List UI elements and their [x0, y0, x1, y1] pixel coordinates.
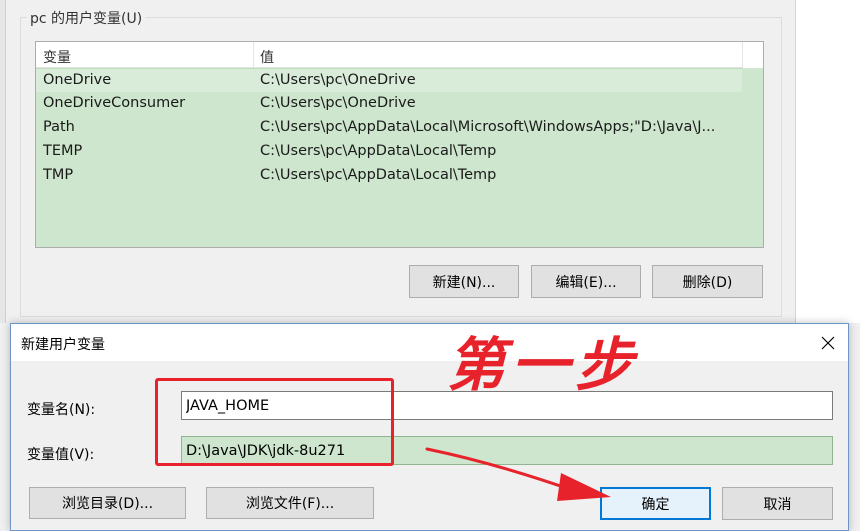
- variable-name: OneDriveConsumer: [43, 95, 186, 111]
- browse-file-button[interactable]: 浏览文件(F)...: [206, 487, 374, 519]
- new-variable-button[interactable]: 新建(N)...: [409, 265, 519, 298]
- dialog-title: 新建用户变量: [21, 337, 105, 353]
- close-button[interactable]: [810, 326, 846, 359]
- window-edge: [0, 0, 6, 323]
- variable-value-label: 变量值(V):: [27, 447, 95, 463]
- list-item[interactable]: OneDriveConsumer C:\Users\pc\OneDrive: [36, 92, 742, 116]
- variable-name: TMP: [43, 167, 74, 183]
- list-item[interactable]: TMP C:\Users\pc\AppData\Local\Temp: [36, 164, 742, 188]
- cancel-button[interactable]: 取消: [722, 487, 833, 520]
- background-area: [796, 0, 860, 323]
- variable-name: OneDrive: [43, 72, 112, 88]
- list-item[interactable]: TEMP C:\Users\pc\AppData\Local\Temp: [36, 140, 742, 164]
- variable-value: C:\Users\pc\OneDrive: [260, 72, 416, 88]
- variable-name-label: 变量名(N):: [27, 402, 96, 418]
- variable-name: Path: [43, 119, 75, 135]
- column-header-value[interactable]: 值: [260, 47, 274, 67]
- annotation-highlight-box: [155, 378, 394, 466]
- edit-variable-button[interactable]: 编辑(E)...: [531, 265, 641, 298]
- list-item[interactable]: OneDrive C:\Users\pc\OneDrive: [36, 68, 742, 92]
- column-header-name[interactable]: 变量: [43, 47, 71, 67]
- variable-value: C:\Users\pc\AppData\Local\Temp: [260, 143, 497, 159]
- variable-value: C:\Users\pc\AppData\Local\Temp: [260, 167, 497, 183]
- annotation-arrow-icon: [425, 447, 611, 501]
- annotation-step-label: 第一步: [447, 331, 640, 399]
- group-title: pc 的用户变量(U): [27, 8, 146, 28]
- user-variables-list[interactable]: 变量 值 OneDrive C:\Users\pc\OneDrive OneDr…: [35, 41, 764, 248]
- dialog-titlebar[interactable]: 新建用户变量: [11, 324, 848, 361]
- list-header-filler: [742, 42, 763, 68]
- variable-value: C:\Users\pc\OneDrive: [260, 95, 416, 111]
- column-divider[interactable]: [253, 42, 254, 68]
- variable-name: TEMP: [43, 143, 83, 159]
- delete-variable-button[interactable]: 删除(D): [652, 265, 763, 298]
- ok-button[interactable]: 确定: [600, 487, 711, 520]
- list-header: 变量 值: [36, 42, 742, 68]
- variable-value: C:\Users\pc\AppData\Local\Microsoft\Wind…: [260, 119, 716, 135]
- browse-directory-button[interactable]: 浏览目录(D)...: [29, 487, 186, 519]
- close-icon: [821, 336, 835, 349]
- list-item[interactable]: Path C:\Users\pc\AppData\Local\Microsoft…: [36, 116, 742, 140]
